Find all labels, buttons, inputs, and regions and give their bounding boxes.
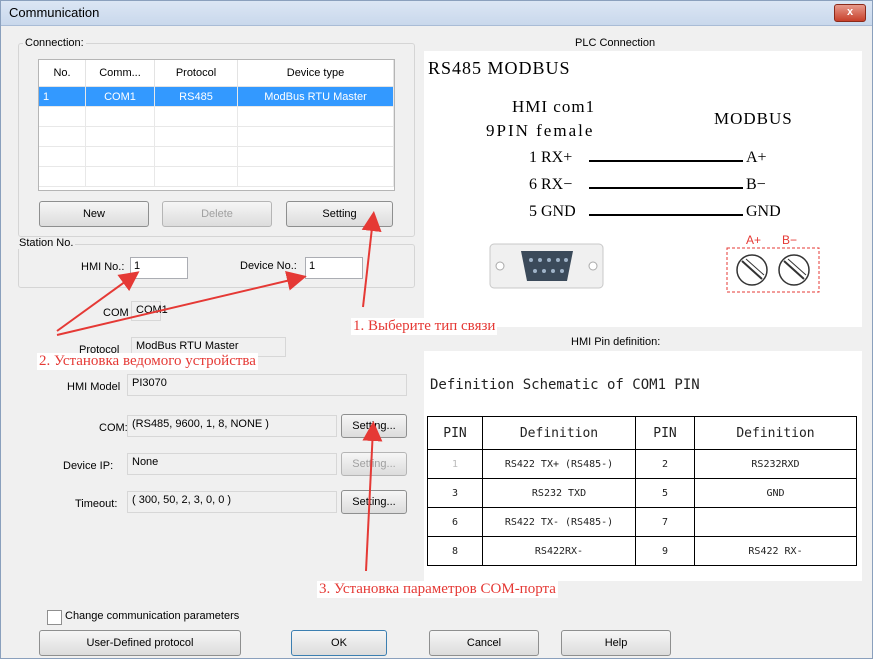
help-button[interactable]: Help [561, 630, 671, 656]
cancel-button[interactable]: Cancel [429, 630, 539, 656]
arrow-to-device-no [56, 271, 307, 336]
annotation-step-2: 2. Установка ведомого устройства [37, 353, 258, 370]
communication-dialog: Communication x Connection: No. Comm... … [0, 0, 873, 659]
change-params-label: Change communication parameters [65, 610, 240, 622]
ok-button[interactable]: OK [291, 630, 387, 656]
arrow-to-hmi-no [56, 271, 140, 332]
user-defined-protocol-button[interactable]: User-Defined protocol [39, 630, 241, 656]
arrow-to-com-setting [362, 421, 383, 572]
annotation-step-3: 3. Установка параметров СОМ-порта [317, 581, 558, 598]
arrow-to-setting [361, 211, 382, 308]
change-params-checkbox[interactable] [47, 610, 62, 625]
annotation-step-1: 1. Выберите тип связи [351, 318, 498, 335]
